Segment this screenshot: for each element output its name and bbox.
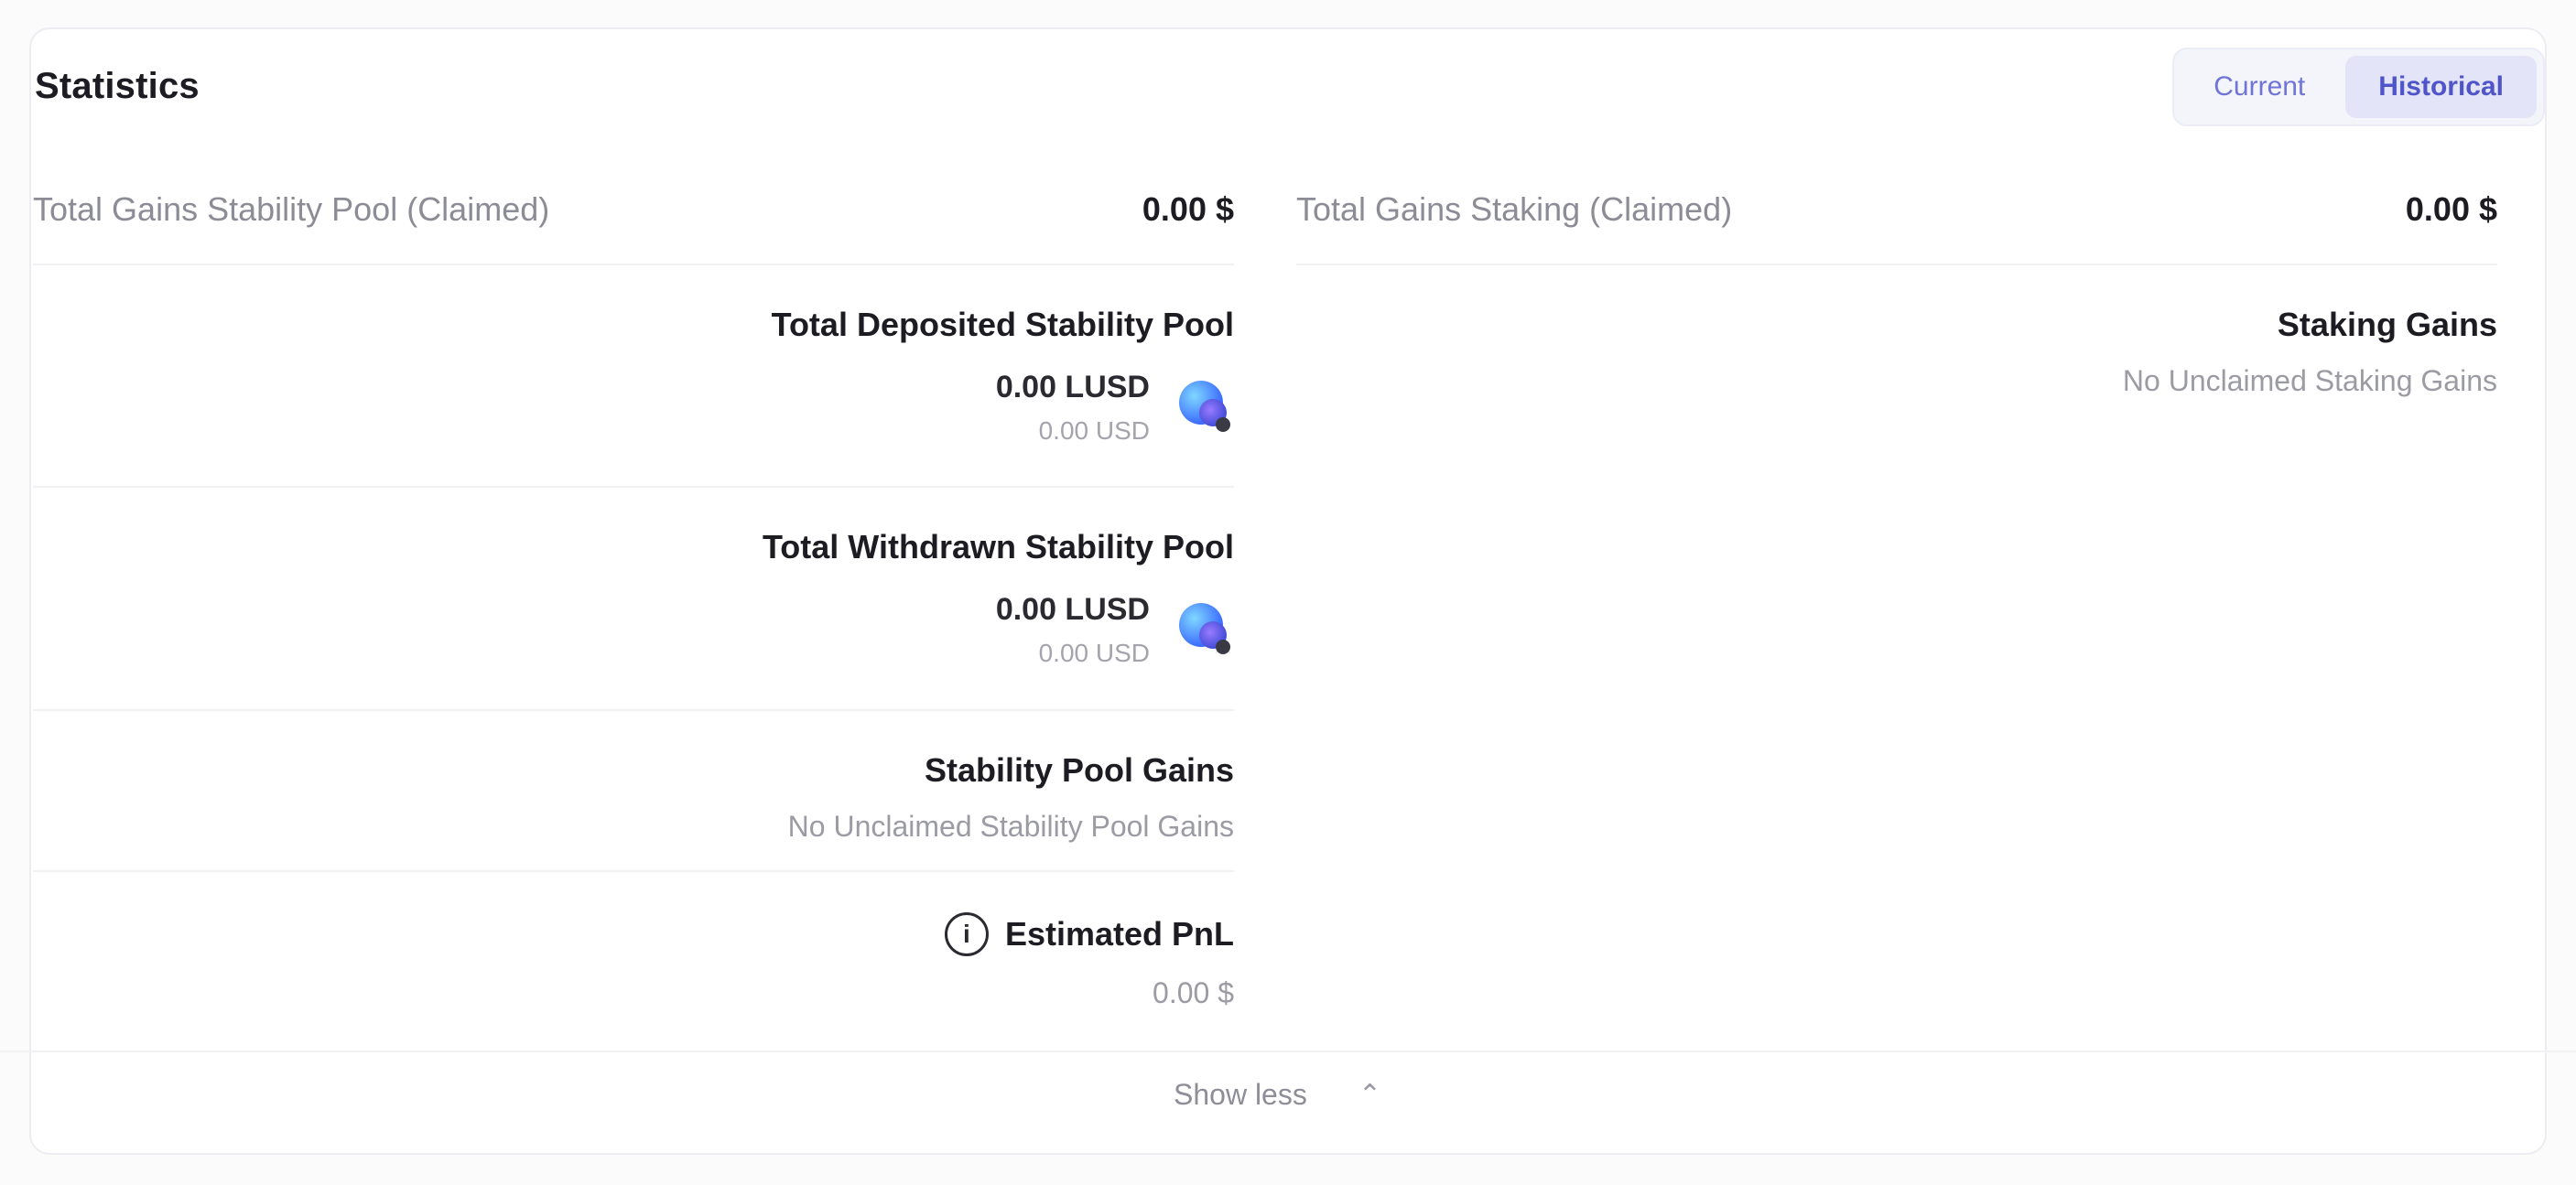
total-withdrawn-row: Total Withdrawn Stability Pool 0.00 LUSD… <box>33 488 1234 711</box>
stability-pool-gains-status: No Unclaimed Stability Pool Gains <box>787 810 1234 843</box>
chevron-up-icon: ⌃ <box>1358 1080 1381 1110</box>
card-footer-divider <box>0 1050 2576 1052</box>
total-withdrawn-usd: 0.00 USD <box>1038 639 1150 667</box>
stability-pool-gains-row: Stability Pool Gains No Unclaimed Stabil… <box>33 711 1234 872</box>
stability-pool-header-row: Total Gains Stability Pool (Claimed) 0.0… <box>33 156 1234 265</box>
total-deposited-usd: 0.00 USD <box>1038 416 1150 445</box>
staking-gains-status: No Unclaimed Staking Gains <box>2122 364 2497 397</box>
total-deposited-amount: 0.00 LUSD 0.00 USD <box>996 370 1234 446</box>
staking-gains-label: Staking Gains <box>2277 306 2497 343</box>
staking-header-row: Total Gains Staking (Claimed) 0.00 $ <box>1296 156 2497 265</box>
stability-pool-gains-title: Stability Pool Gains <box>924 751 1234 789</box>
staking-gains-row: Staking Gains No Unclaimed Staking Gains <box>1296 265 2497 430</box>
lusd-token-icon <box>1179 380 1234 436</box>
toggle-historical[interactable]: Historical <box>2345 56 2537 118</box>
staking-column: Total Gains Staking (Claimed) 0.00 $ Sta… <box>1296 156 2497 430</box>
view-toggle: Current Historical <box>2172 48 2545 126</box>
estimated-pnl-value: 0.00 $ <box>1153 976 1234 1009</box>
panel-title: Statistics <box>35 66 200 106</box>
stability-pool-gains-value: 0.00 $ <box>1142 190 1234 228</box>
total-withdrawn-amount: 0.00 LUSD 0.00 USD <box>996 592 1234 668</box>
total-withdrawn-label: Total Withdrawn Stability Pool <box>762 528 1234 566</box>
total-withdrawn-lusd: 0.00 LUSD <box>995 592 1150 627</box>
lusd-token-icon <box>1179 602 1234 658</box>
stability-pool-column: Total Gains Stability Pool (Claimed) 0.0… <box>33 156 1234 1037</box>
staking-gains-claimed-value: 0.00 $ <box>2405 190 2497 228</box>
toggle-current[interactable]: Current <box>2181 56 2338 118</box>
total-deposited-label: Total Deposited Stability Pool <box>771 306 1234 343</box>
show-less-label: Show less <box>1174 1078 1307 1111</box>
estimated-pnl-label: Estimated PnL <box>1004 915 1234 953</box>
stability-pool-gains-label: Total Gains Stability Pool (Claimed) <box>33 190 550 228</box>
estimated-pnl-row: i Estimated PnL 0.00 $ <box>33 872 1234 1037</box>
total-deposited-lusd: 0.00 LUSD <box>995 370 1150 404</box>
estimated-pnl-label-wrap: i Estimated PnL <box>944 912 1234 956</box>
total-deposited-row: Total Deposited Stability Pool 0.00 LUSD… <box>33 265 1234 488</box>
info-icon[interactable]: i <box>944 912 989 956</box>
show-less-button[interactable]: Show less ⌃ <box>1174 1078 1381 1112</box>
staking-gains-claimed-label: Total Gains Staking (Claimed) <box>1296 190 1733 228</box>
